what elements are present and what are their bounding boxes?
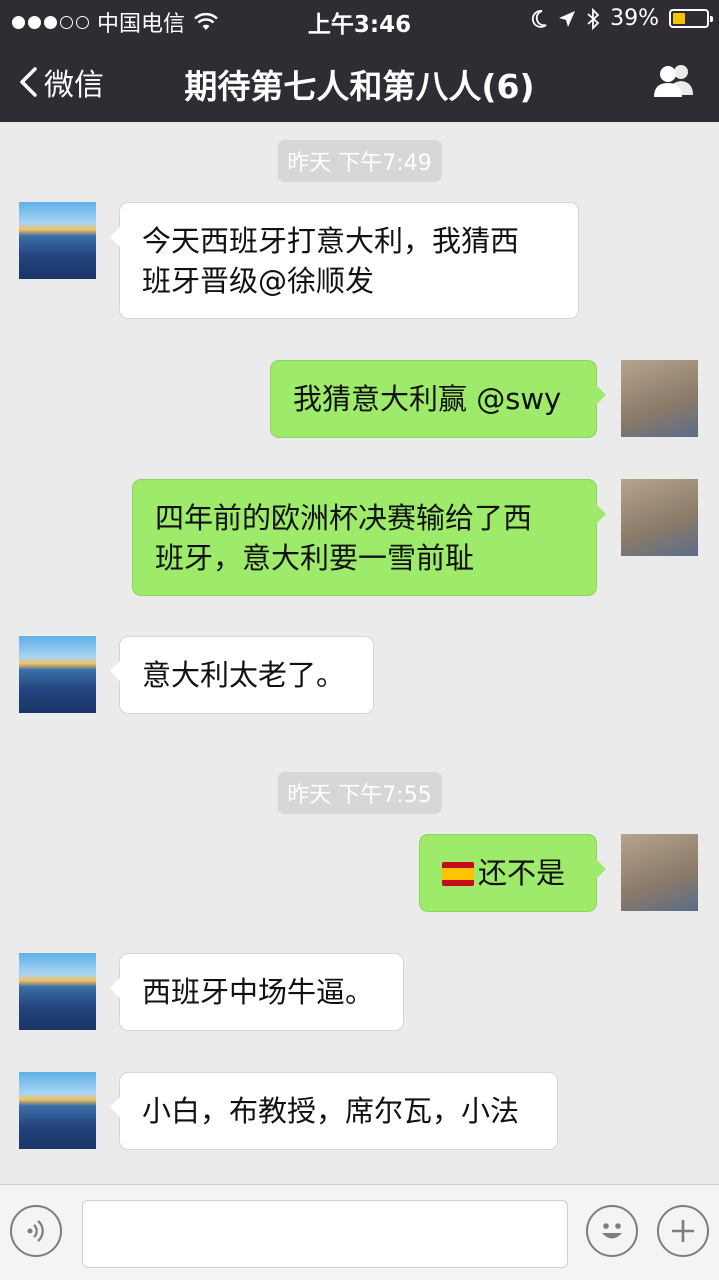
message-bubble-outgoing[interactable]: 四年前的欧洲杯决赛输给了西 班牙，意大利要一雪前耻 (132, 479, 606, 596)
status-bar: 中国电信 上午3:46 39% (0, 0, 719, 40)
spain-flag-icon (442, 862, 474, 886)
message-bubble-outgoing[interactable]: 还不是 (419, 834, 606, 912)
group-members-button[interactable] (651, 62, 697, 102)
battery-icon (669, 9, 713, 28)
avatar[interactable] (19, 636, 96, 713)
message-text: 意大利太老了。 (142, 658, 346, 692)
group-members-icon (654, 65, 693, 97)
message-bubble-incoming[interactable]: 西班牙中场牛逼。 (110, 953, 404, 1031)
avatar[interactable] (621, 834, 698, 911)
avatar[interactable] (621, 479, 698, 556)
location-arrow-icon (559, 10, 576, 27)
bluetooth-icon (587, 7, 600, 30)
nav-bar: 微信 期待第七人和第八人(6) (0, 40, 719, 122)
timestamp: 昨天 下午7:49 (277, 140, 442, 182)
message-text: 四年前的欧洲杯决赛输给了西 (155, 501, 533, 535)
message-bubble-outgoing[interactable]: 我猜意大利赢 @swy (270, 360, 606, 438)
plus-icon (672, 1220, 694, 1242)
message-text: 班牙晋级@徐顺发 (142, 264, 375, 298)
top-bar: 中国电信 上午3:46 39% 微信 期待第七人和第八人(6) (0, 0, 719, 122)
avatar[interactable] (19, 1072, 96, 1149)
timestamp: 昨天 下午7:55 (277, 772, 442, 814)
battery-level-fill (673, 13, 685, 24)
input-bar (0, 1184, 719, 1280)
emoji-button[interactable] (586, 1205, 638, 1257)
message-text: 今天西班牙打意大利，我猜西 (142, 224, 520, 258)
voice-button[interactable] (10, 1205, 62, 1257)
chat-area[interactable]: 昨天 下午7:49 今天西班牙打意大利，我猜西 班牙晋级@徐顺发 我猜意大利赢 … (0, 122, 719, 1184)
avatar[interactable] (19, 953, 96, 1030)
message-text: 还不是 (478, 856, 566, 890)
moon-icon (532, 9, 547, 28)
message-bubble-incoming[interactable]: 今天西班牙打意大利，我猜西 班牙晋级@徐顺发 (110, 202, 579, 319)
avatar[interactable] (621, 360, 698, 437)
message-text: 小白，布教授，席尔瓦，小法 (142, 1094, 520, 1128)
avatar[interactable] (19, 202, 96, 279)
message-text: 我猜意大利赢 @swy (293, 382, 562, 416)
chat-title: 期待第七人和第八人(6) (184, 67, 535, 106)
message-input[interactable] (82, 1200, 568, 1268)
message-text: 班牙，意大利要一雪前耻 (155, 541, 475, 575)
voice-icon (27, 1220, 44, 1242)
emoji-icon (602, 1223, 622, 1239)
message-bubble-incoming[interactable]: 小白，布教授，席尔瓦，小法 (110, 1072, 558, 1150)
plus-button[interactable] (657, 1205, 709, 1257)
message-bubble-incoming[interactable]: 意大利太老了。 (110, 636, 374, 714)
battery-percent: 39% (610, 6, 659, 31)
message-text: 西班牙中场牛逼。 (142, 975, 375, 1009)
